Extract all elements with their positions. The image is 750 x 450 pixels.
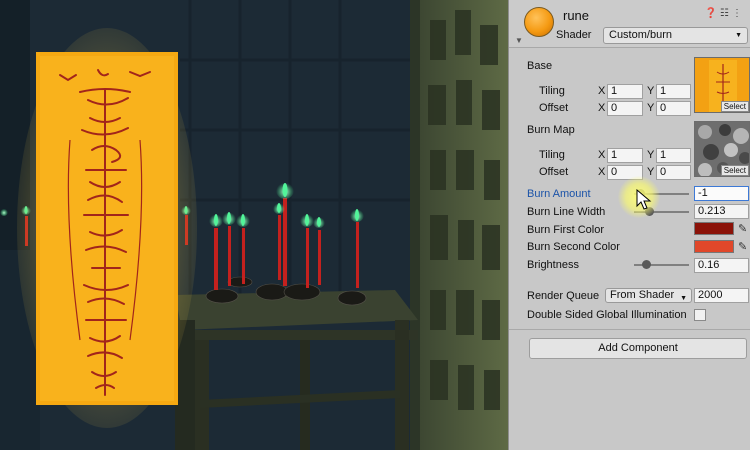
- material-name: rune: [563, 8, 590, 23]
- base-tiling-y-field[interactable]: 1: [656, 84, 691, 99]
- eyedropper-icon[interactable]: ✎: [738, 240, 747, 253]
- add-component-button[interactable]: Add Component: [529, 338, 747, 359]
- header-icons: ❓☷⋮: [705, 8, 745, 19]
- help-icon[interactable]: ❓: [705, 8, 720, 19]
- base-texture-slot[interactable]: Select: [694, 57, 750, 113]
- burn-line-width-field[interactable]: 0.213: [694, 204, 749, 219]
- burnmap-offset-y-field[interactable]: 0: [656, 165, 691, 180]
- base-texture-select-button[interactable]: Select: [720, 101, 749, 112]
- scene-render: [0, 0, 508, 450]
- preset-icon[interactable]: ☷: [720, 8, 732, 19]
- material-header: ▼ rune ❓☷⋮ Shader Custom/burn ▼: [509, 0, 750, 48]
- burnmap-tiling-y-field[interactable]: 1: [656, 148, 691, 163]
- render-queue-label: Render Queue: [527, 290, 600, 302]
- base-offset-label: Offset: [539, 102, 569, 114]
- base-tiling-x-label: X: [598, 85, 606, 97]
- base-tiling-label: Tiling: [539, 85, 565, 97]
- section-divider: [509, 329, 750, 330]
- burn-amount-field[interactable]: -1: [694, 186, 749, 201]
- burn-amount-label: Burn Amount: [527, 188, 591, 200]
- shader-dropdown[interactable]: Custom/burn ▼: [603, 27, 748, 44]
- foldout-arrow-icon[interactable]: ▼: [515, 36, 523, 45]
- material-sphere-icon: [524, 7, 554, 37]
- material-inspector: ▼ rune ❓☷⋮ Shader Custom/burn ▼ Base Til…: [508, 0, 750, 450]
- menu-icon[interactable]: ⋮: [732, 8, 745, 19]
- burnmap-offset-label: Offset: [539, 166, 569, 178]
- brightness-slider-knob[interactable]: [642, 260, 651, 269]
- burnmap-offset-y-label: Y: [647, 166, 655, 178]
- mouse-cursor-icon: [636, 189, 652, 210]
- burnmap-texture-slot[interactable]: Select: [694, 121, 750, 177]
- render-queue-field[interactable]: 2000: [694, 288, 749, 303]
- base-offset-x-label: X: [598, 102, 606, 114]
- burnmap-tiling-x-field[interactable]: 1: [607, 148, 643, 163]
- render-queue-mode: From Shader: [610, 289, 675, 301]
- base-offset-x-field[interactable]: 0: [607, 101, 643, 116]
- base-offset-y-field[interactable]: 0: [656, 101, 691, 116]
- burnmap-tiling-label: Tiling: [539, 149, 565, 161]
- base-tiling-y-label: Y: [647, 85, 655, 97]
- chevron-down-icon: ▼: [680, 295, 687, 302]
- burn-line-width-label: Burn Line Width: [527, 206, 606, 218]
- brightness-field[interactable]: 0.16: [694, 258, 749, 273]
- base-offset-y-label: Y: [647, 102, 655, 114]
- burn-second-color-swatch[interactable]: [694, 240, 734, 253]
- scene-viewport[interactable]: [0, 0, 508, 450]
- base-section-title: Base: [527, 60, 553, 72]
- double-sided-gi-checkbox[interactable]: [694, 309, 706, 321]
- burnmap-texture-select-button[interactable]: Select: [720, 165, 749, 176]
- chevron-down-icon: ▼: [735, 32, 742, 39]
- burnmap-offset-x-label: X: [598, 166, 606, 178]
- burnmap-tiling-x-label: X: [598, 149, 606, 161]
- burnmap-section-title: Burn Map: [527, 124, 575, 136]
- shader-label: Shader: [556, 29, 592, 41]
- base-tiling-x-field[interactable]: 1: [607, 84, 643, 99]
- burn-second-color-label: Burn Second Color: [527, 241, 620, 253]
- burn-first-color-label: Burn First Color: [527, 224, 605, 236]
- brightness-label: Brightness: [527, 259, 579, 271]
- eyedropper-icon[interactable]: ✎: [738, 222, 747, 235]
- burnmap-tiling-y-label: Y: [647, 149, 655, 161]
- double-sided-gi-label: Double Sided Global Illumination: [527, 309, 687, 321]
- render-queue-dropdown[interactable]: From Shader ▼: [605, 288, 692, 303]
- shader-value: Custom/burn: [609, 29, 672, 41]
- burn-first-color-swatch[interactable]: [694, 222, 734, 235]
